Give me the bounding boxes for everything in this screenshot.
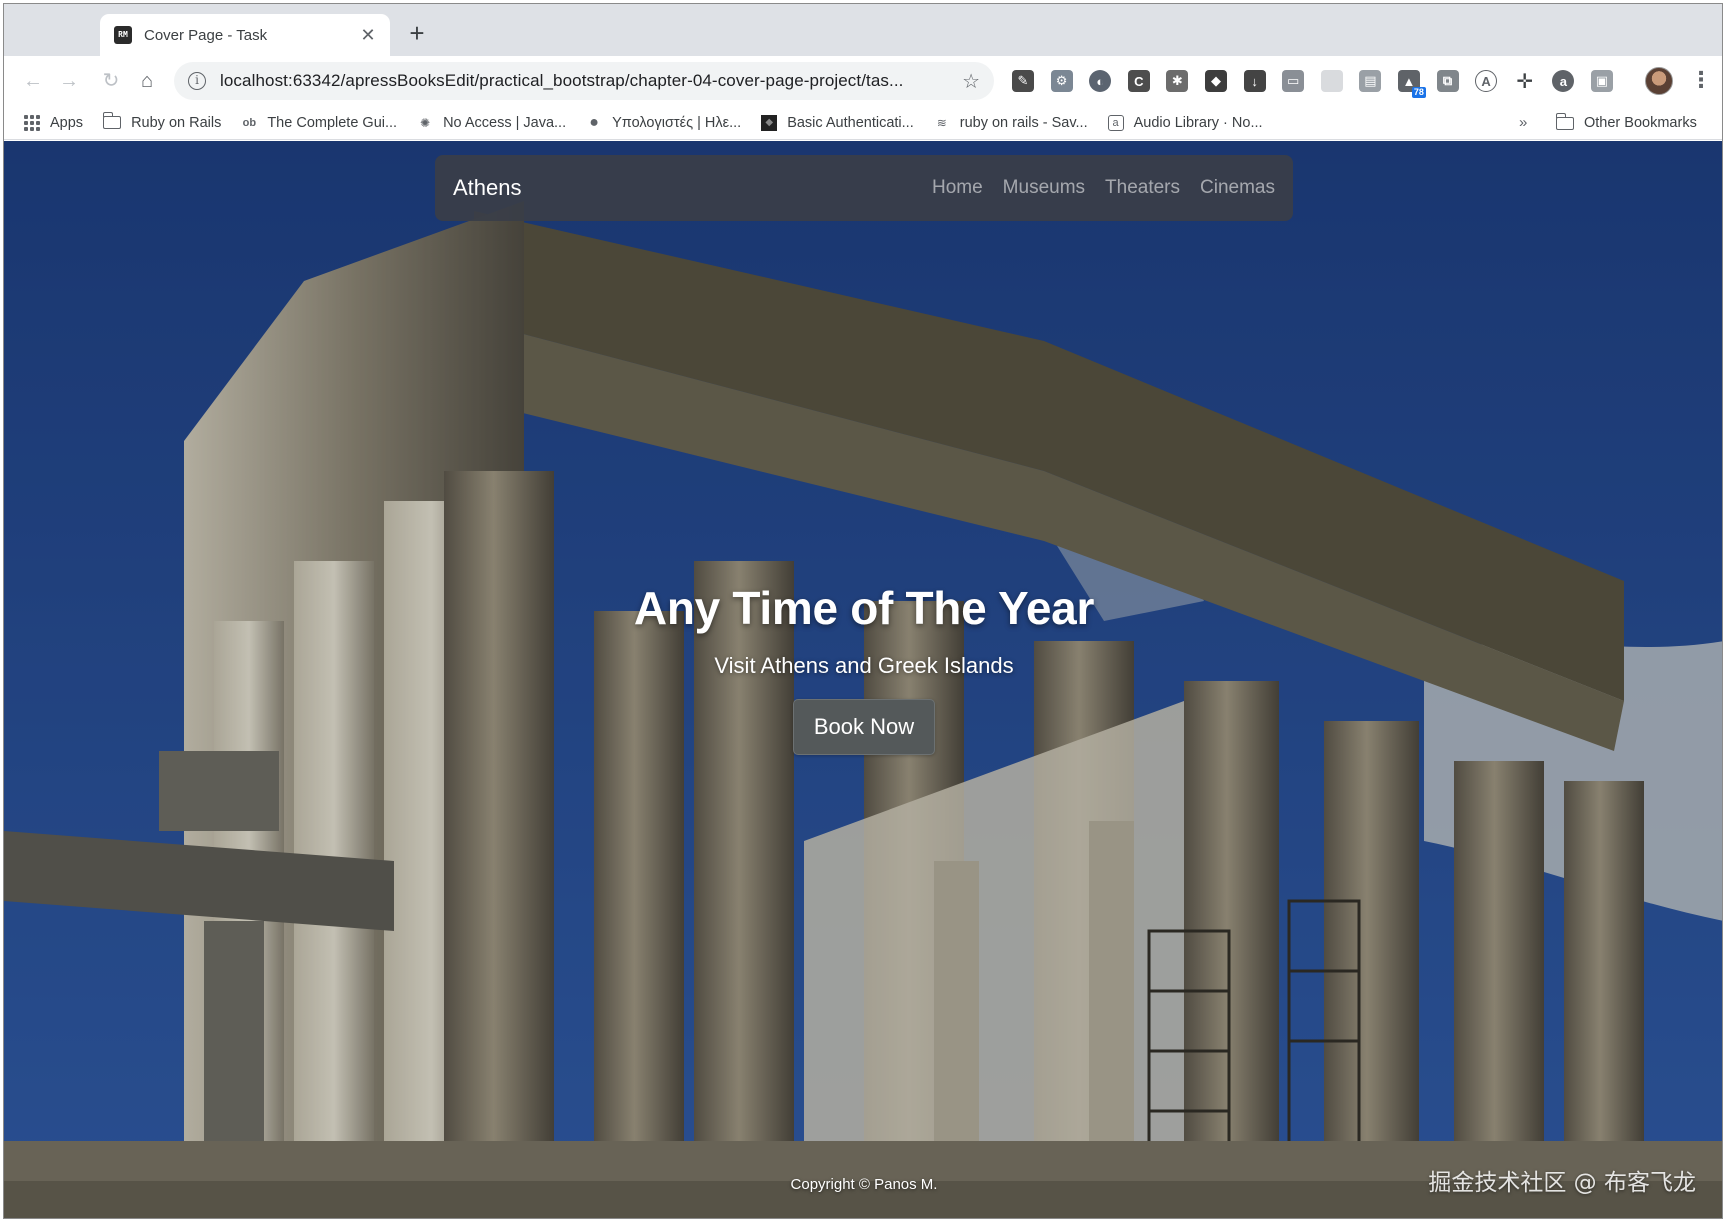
folder-extension-icon[interactable]: ▭ [1282, 70, 1305, 92]
book-now-button[interactable]: Book Now [792, 699, 936, 755]
bookmark-star-icon[interactable]: ☆ [962, 69, 980, 94]
stack-icon: ≋ [936, 115, 947, 130]
new-tab-plus-icon[interactable]: + [402, 18, 432, 48]
address-bar[interactable]: i localhost:63342/apressBooksEdit/practi… [174, 62, 994, 100]
eyedropper-extension-icon[interactable]: ✎ [1012, 70, 1034, 92]
apps-grid-icon [24, 114, 40, 131]
hero-title: Any Time of The Year [633, 582, 1095, 634]
window-extension-icon[interactable]: ▣ [1590, 70, 1613, 92]
tab-title: Cover Page - Task [144, 26, 268, 44]
network-extension-icon[interactable]: ⚙ [1050, 70, 1073, 92]
close-icon[interactable]: ✕ [358, 25, 378, 46]
menu-dots-icon[interactable]: ⋮ [1690, 66, 1712, 96]
move-cross-extension-icon[interactable]: ✛ [1513, 70, 1536, 93]
bookmark-basic-authentication[interactable]: ◆ Basic Authenticati... [761, 114, 914, 131]
bookmark-label: The Complete Gui... [267, 114, 398, 131]
tab-strip: RM Cover Page - Task ✕ + [4, 4, 1722, 56]
bookmark-complete-guide[interactable]: ob The Complete Gui... [241, 115, 397, 131]
browser-tab[interactable]: RM Cover Page - Task ✕ [100, 14, 390, 56]
c-extension-icon[interactable]: C [1127, 70, 1150, 92]
bookmark-ruby-on-rails[interactable]: Ruby on Rails [102, 112, 222, 131]
blank-extension-icon[interactable] [1320, 70, 1343, 92]
navbar-brand[interactable]: Athens [453, 175, 912, 201]
nav-link-theaters[interactable]: Theaters [1105, 177, 1180, 199]
reload-icon[interactable]: ↻ [94, 64, 128, 98]
page-viewport: Athens Home Museums Theaters Cinemas Any… [4, 141, 1722, 1218]
info-icon[interactable]: i [188, 72, 206, 90]
bookmark-apps[interactable]: Apps [24, 114, 84, 131]
hero-subtitle: Visit Athens and Greek Islands [714, 653, 1014, 678]
bookmark-label: No Access | Java... [443, 114, 567, 131]
bookmark-label: Υπολογιστές | Ηλε... [612, 114, 742, 131]
hero-section: Any Time of The Year Visit Athens and Gr… [4, 581, 1722, 755]
bookmark-ypologistes[interactable]: ● Υπολογιστές | Ηλε... [586, 113, 742, 131]
bookmark-audio-library[interactable]: a Audio Library · No... [1107, 114, 1263, 131]
profile-avatar[interactable] [1645, 67, 1673, 95]
translate-extension-icon[interactable]: ⧉ [1436, 70, 1459, 92]
favicon-icon: RM [114, 26, 132, 44]
home-icon[interactable]: ⌂ [130, 64, 164, 98]
chat-extension-icon[interactable]: ▤ [1359, 70, 1382, 92]
bookmark-label: Audio Library · No... [1133, 114, 1263, 131]
bookmark-ruby-on-rails-sav[interactable]: ≋ ruby on rails - Sav... [934, 115, 1088, 131]
back-arrow-icon[interactable]: ← [16, 64, 50, 98]
forward-arrow-icon[interactable]: → [52, 64, 86, 98]
other-bookmarks-label: Other Bookmarks [1584, 115, 1697, 131]
sync-extension-icon[interactable]: ◐ [1089, 70, 1112, 92]
cube-icon: ◆ [761, 114, 778, 131]
bookmark-label: Apps [50, 114, 84, 131]
download-extension-icon[interactable]: ↓ [1243, 70, 1266, 92]
bookmarks-overflow-chevron-icon[interactable]: » [1519, 114, 1527, 131]
site-navbar: Athens Home Museums Theaters Cinemas [435, 155, 1293, 221]
bookmarks-bar: Apps Ruby on Rails ob The Complete Gui..… [4, 106, 1722, 140]
watermark-text: 掘金技术社区 @ 布客飞龙 [1428, 1170, 1696, 1196]
nav-link-home[interactable]: Home [932, 177, 983, 199]
extension-badge: 78 [1411, 87, 1426, 98]
nav-link-cinemas[interactable]: Cinemas [1200, 177, 1275, 199]
graduation-cap-extension-icon[interactable]: ▲ 78 [1397, 70, 1426, 98]
shield-extension-icon[interactable]: ◆ [1204, 70, 1227, 92]
bookmark-label: ruby on rails - Sav... [959, 114, 1088, 131]
folder-icon [1555, 112, 1574, 130]
debug-extension-icon[interactable]: ✱ [1166, 70, 1189, 92]
bookmark-no-access-java[interactable]: ✺ No Access | Java... [417, 115, 566, 131]
ob-icon: ob [242, 116, 257, 129]
browser-toolbar: ← → ↻ ⌂ i localhost:63342/apressBooksEdi… [4, 56, 1722, 106]
browser-window: RM Cover Page - Task ✕ + ← → ↻ ⌂ i local… [3, 3, 1723, 1219]
other-bookmarks[interactable]: Other Bookmarks [1555, 106, 1697, 140]
nav-link-museums[interactable]: Museums [1003, 177, 1085, 199]
gear-icon: ✺ [420, 115, 431, 130]
a-circle-extension-icon[interactable]: A [1475, 70, 1498, 92]
chat-icon: ● [589, 113, 599, 131]
audio-icon: a [1107, 114, 1124, 131]
url-text[interactable]: localhost:63342/apressBooksEdit/practica… [220, 71, 954, 91]
bookmark-label: Basic Authenticati... [787, 114, 914, 131]
bookmark-label: Ruby on Rails [131, 114, 222, 131]
nav-links: Home Museums Theaters Cinemas [912, 177, 1275, 199]
extensions-bar: ✎ ⚙ ◐ C ✱ ◆ ↓ ▭ ▤ ▲ 78 ⧉ A ✛ a ▣ [1012, 66, 1630, 98]
folder-icon [102, 112, 122, 129]
profile-extension-icon[interactable]: a [1552, 70, 1575, 92]
